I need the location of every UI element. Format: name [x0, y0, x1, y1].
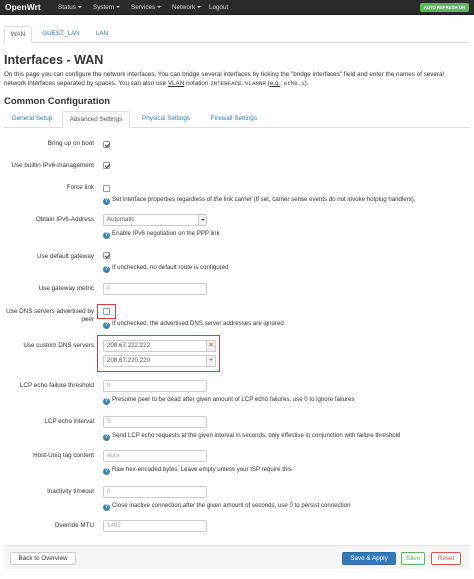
- tab-firewall-settings[interactable]: Firewall Settings: [202, 111, 266, 128]
- code-interface-vlannr: INTERFACE.VLANNR: [210, 80, 266, 87]
- input-lcp-failure[interactable]: 0: [103, 380, 207, 392]
- checkbox-default-gw[interactable]: [103, 252, 110, 259]
- label-force-link: Force link: [66, 184, 94, 191]
- interface-tabs: WAN GUEST_LAN LAN: [4, 26, 470, 43]
- input-dns-1[interactable]: 208.67.222.222: [103, 340, 207, 352]
- nav-network-label: Network: [172, 4, 196, 11]
- input-inactivity[interactable]: 0: [103, 486, 207, 498]
- label-host-uniq: Host-Uniq tag content: [33, 452, 94, 459]
- question-circle-icon: ?: [103, 398, 110, 405]
- caret-down-icon: [157, 6, 162, 8]
- desc-notation: notation: [184, 80, 211, 87]
- close-icon[interactable]: ×: [206, 340, 216, 352]
- question-circle-icon: ?: [103, 434, 110, 441]
- checkbox-force-link[interactable]: [103, 185, 110, 192]
- nav-services-label: Services: [131, 4, 156, 11]
- tab-physical-settings[interactable]: Physical Settings: [134, 111, 198, 128]
- label-inactivity: Inactivity timeout: [47, 488, 94, 495]
- help-lcp-interval: ? Send LCP echo requests at the given int…: [103, 432, 400, 441]
- nav-status[interactable]: Status: [58, 4, 82, 11]
- desc-line1: On this page you can configure the netwo…: [4, 71, 444, 78]
- label-peer-dns: Use DNS servers advertised by peer: [2, 308, 94, 324]
- checkbox-bring-up[interactable]: [103, 141, 110, 148]
- help-peer-dns-text: If unchecked, the advertised DNS server …: [112, 320, 284, 327]
- plus-icon[interactable]: +: [206, 355, 216, 367]
- nav-services[interactable]: Services: [131, 4, 162, 11]
- label-bring-up: Bring up on boot: [47, 140, 94, 147]
- label-gw-metric: Use gateway metric: [38, 285, 94, 292]
- caret-down-icon: [77, 6, 82, 8]
- help-inactivity-text: Close inactive connection after the give…: [112, 502, 351, 509]
- help-lcp-interval-text: Send LCP echo requests at the given inte…: [112, 432, 401, 439]
- input-lcp-interval[interactable]: 5: [103, 416, 207, 428]
- section-title: Common Configuration: [4, 96, 111, 107]
- page-description: On this page you can configure the netwo…: [4, 70, 469, 88]
- eg-abbr: e.g.: [269, 80, 281, 87]
- question-circle-icon: ?: [103, 232, 110, 239]
- label-obtain-ipv6: Obtain IPv6-Address: [35, 216, 94, 223]
- form-footer: Back to Overview Save & Apply Save Reset: [4, 545, 470, 569]
- caret-down-icon: [116, 6, 120, 8]
- help-lcp-failure: ? Presume peer to be dead after given amo…: [103, 396, 354, 405]
- help-inactivity: ? Close inactive connection after the giv…: [103, 502, 350, 511]
- tab-guest-lan[interactable]: GUEST_LAN: [40, 26, 82, 43]
- help-host-uniq: ? Raw hex-encoded bytes. Leave empty unle…: [103, 466, 292, 475]
- tab-lan[interactable]: LAN: [90, 26, 114, 43]
- chevron-down-icon: [198, 215, 206, 225]
- input-dns-2[interactable]: 208.67.220.220: [103, 355, 207, 367]
- help-peer-dns: ? If unchecked, the advertised DNS server…: [103, 320, 284, 329]
- brand-logo[interactable]: OpenWrt: [5, 2, 41, 12]
- code-eth: eth0.1: [283, 80, 305, 87]
- select-obtain-ipv6-value: Automatic: [107, 216, 135, 223]
- checkbox-ipv6-mgmt[interactable]: [103, 162, 110, 169]
- auto-refresh-badge[interactable]: AUTO REFRESH ON: [420, 3, 469, 12]
- config-tabs: General Setup Advanced Settings Physical…: [4, 111, 470, 128]
- help-force-link: ? Set interface properties regardless of …: [103, 196, 416, 205]
- tab-wan[interactable]: WAN: [4, 26, 32, 43]
- nav-logout[interactable]: Logout: [209, 4, 228, 11]
- help-obtain-ipv6: ? Enable IPv6 negotiation on the PPP link: [103, 230, 220, 239]
- label-default-gw: Use default gateway: [36, 253, 94, 260]
- help-default-gw: ? If unchecked, no default route is confi…: [103, 264, 229, 273]
- save-button[interactable]: Save: [401, 552, 425, 565]
- nav-system-label: System: [93, 4, 114, 11]
- label-lcp-interval: LCP echo interval: [44, 418, 94, 425]
- question-circle-icon: ?: [103, 504, 110, 511]
- back-to-overview-button[interactable]: Back to Overview: [10, 552, 76, 565]
- help-host-uniq-text: Raw hex-encoded bytes. Leave empty unles…: [112, 466, 292, 473]
- input-host-uniq[interactable]: auto: [103, 450, 207, 462]
- tab-general-setup[interactable]: General Setup: [4, 111, 60, 128]
- caret-down-icon: [197, 6, 202, 8]
- desc-line2: network interfaces separated by spaces. …: [4, 80, 168, 87]
- question-circle-icon: ?: [103, 266, 110, 273]
- nav-network[interactable]: Network: [172, 4, 202, 11]
- vlan-abbr: VLAN: [167, 80, 185, 87]
- checkbox-peer-dns[interactable]: [103, 308, 110, 315]
- page-title: Interfaces - WAN: [4, 53, 104, 67]
- help-force-link-text: Set interface properties regardless of t…: [112, 196, 416, 203]
- select-obtain-ipv6[interactable]: Automatic: [103, 214, 207, 226]
- reset-button[interactable]: Reset: [431, 552, 461, 565]
- question-circle-icon: ?: [103, 198, 110, 205]
- help-lcp-failure-text: Presume peer to be dead after given amou…: [112, 396, 355, 403]
- label-lcp-failure: LCP echo failure threshold: [19, 382, 94, 389]
- top-navbar: OpenWrt Status System Services Network L…: [0, 0, 474, 15]
- question-circle-icon: ?: [103, 322, 110, 329]
- label-mtu: Override MTU: [54, 522, 94, 529]
- label-peer-dns-line2: peer: [81, 316, 94, 323]
- help-obtain-ipv6-text: Enable IPv6 negotiation on the PPP link: [112, 230, 220, 237]
- tab-advanced-settings[interactable]: Advanced Settings: [62, 111, 130, 128]
- label-ipv6-mgmt: Use builtin IPv6-management: [11, 162, 94, 169]
- label-peer-dns-line1: Use DNS servers advertised by: [6, 308, 94, 315]
- desc-close: ).: [304, 80, 309, 87]
- input-gw-metric[interactable]: 0: [103, 283, 207, 295]
- nav-system[interactable]: System: [93, 4, 120, 11]
- save-apply-button[interactable]: Save & Apply: [342, 552, 396, 565]
- input-mtu[interactable]: 1492: [103, 520, 207, 532]
- help-default-gw-text: If unchecked, no default route is config…: [112, 264, 229, 271]
- question-circle-icon: ?: [103, 468, 110, 475]
- label-custom-dns: Use custom DNS servers: [23, 342, 94, 349]
- nav-status-label: Status: [58, 4, 76, 11]
